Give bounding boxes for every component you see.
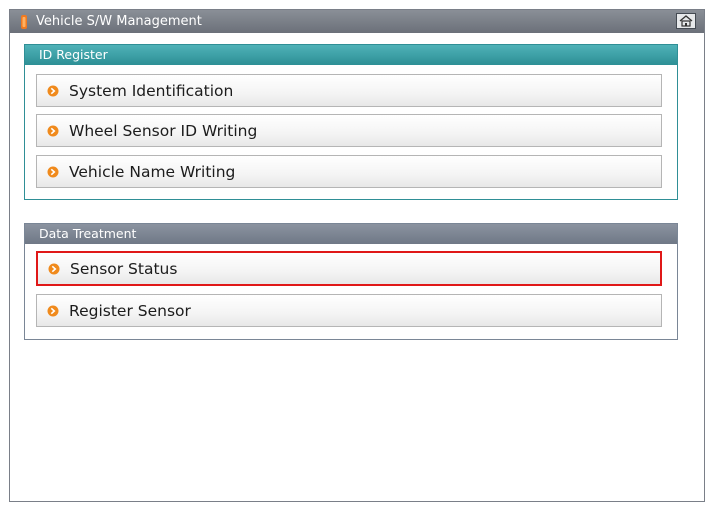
orange-arrow-bullet-icon <box>47 85 59 96</box>
orange-arrow-bullet-icon <box>47 305 59 316</box>
wheel-sensor-id-writing-label: Wheel Sensor ID Writing <box>69 121 258 140</box>
data-treatment-panel: Data Treatment Sensor Status Register Se… <box>24 223 678 340</box>
home-icon <box>679 15 693 27</box>
window-title: Vehicle S/W Management <box>36 14 202 29</box>
vehicle-name-writing-button[interactable]: Vehicle Name Writing <box>36 155 662 188</box>
sensor-status-button[interactable]: Sensor Status <box>36 251 662 286</box>
register-sensor-label: Register Sensor <box>69 301 191 320</box>
wheel-sensor-id-writing-button[interactable]: Wheel Sensor ID Writing <box>36 114 662 147</box>
vehicle-name-writing-label: Vehicle Name Writing <box>69 162 236 181</box>
home-button[interactable] <box>676 13 696 29</box>
id-register-header: ID Register <box>25 45 677 65</box>
app-icon <box>21 15 27 29</box>
title-bar: Vehicle S/W Management <box>10 10 704 33</box>
system-identification-button[interactable]: System Identification <box>36 74 662 107</box>
orange-arrow-bullet-icon <box>48 263 60 274</box>
data-treatment-header: Data Treatment <box>25 224 677 244</box>
register-sensor-button[interactable]: Register Sensor <box>36 294 662 327</box>
sensor-status-label: Sensor Status <box>70 259 178 278</box>
vehicle-sw-management-window: Vehicle S/W Management ID Register Syste… <box>9 9 705 502</box>
orange-arrow-bullet-icon <box>47 125 59 136</box>
orange-arrow-bullet-icon <box>47 166 59 177</box>
id-register-panel: ID Register System Identification Wheel … <box>24 44 678 200</box>
system-identification-label: System Identification <box>69 81 234 100</box>
